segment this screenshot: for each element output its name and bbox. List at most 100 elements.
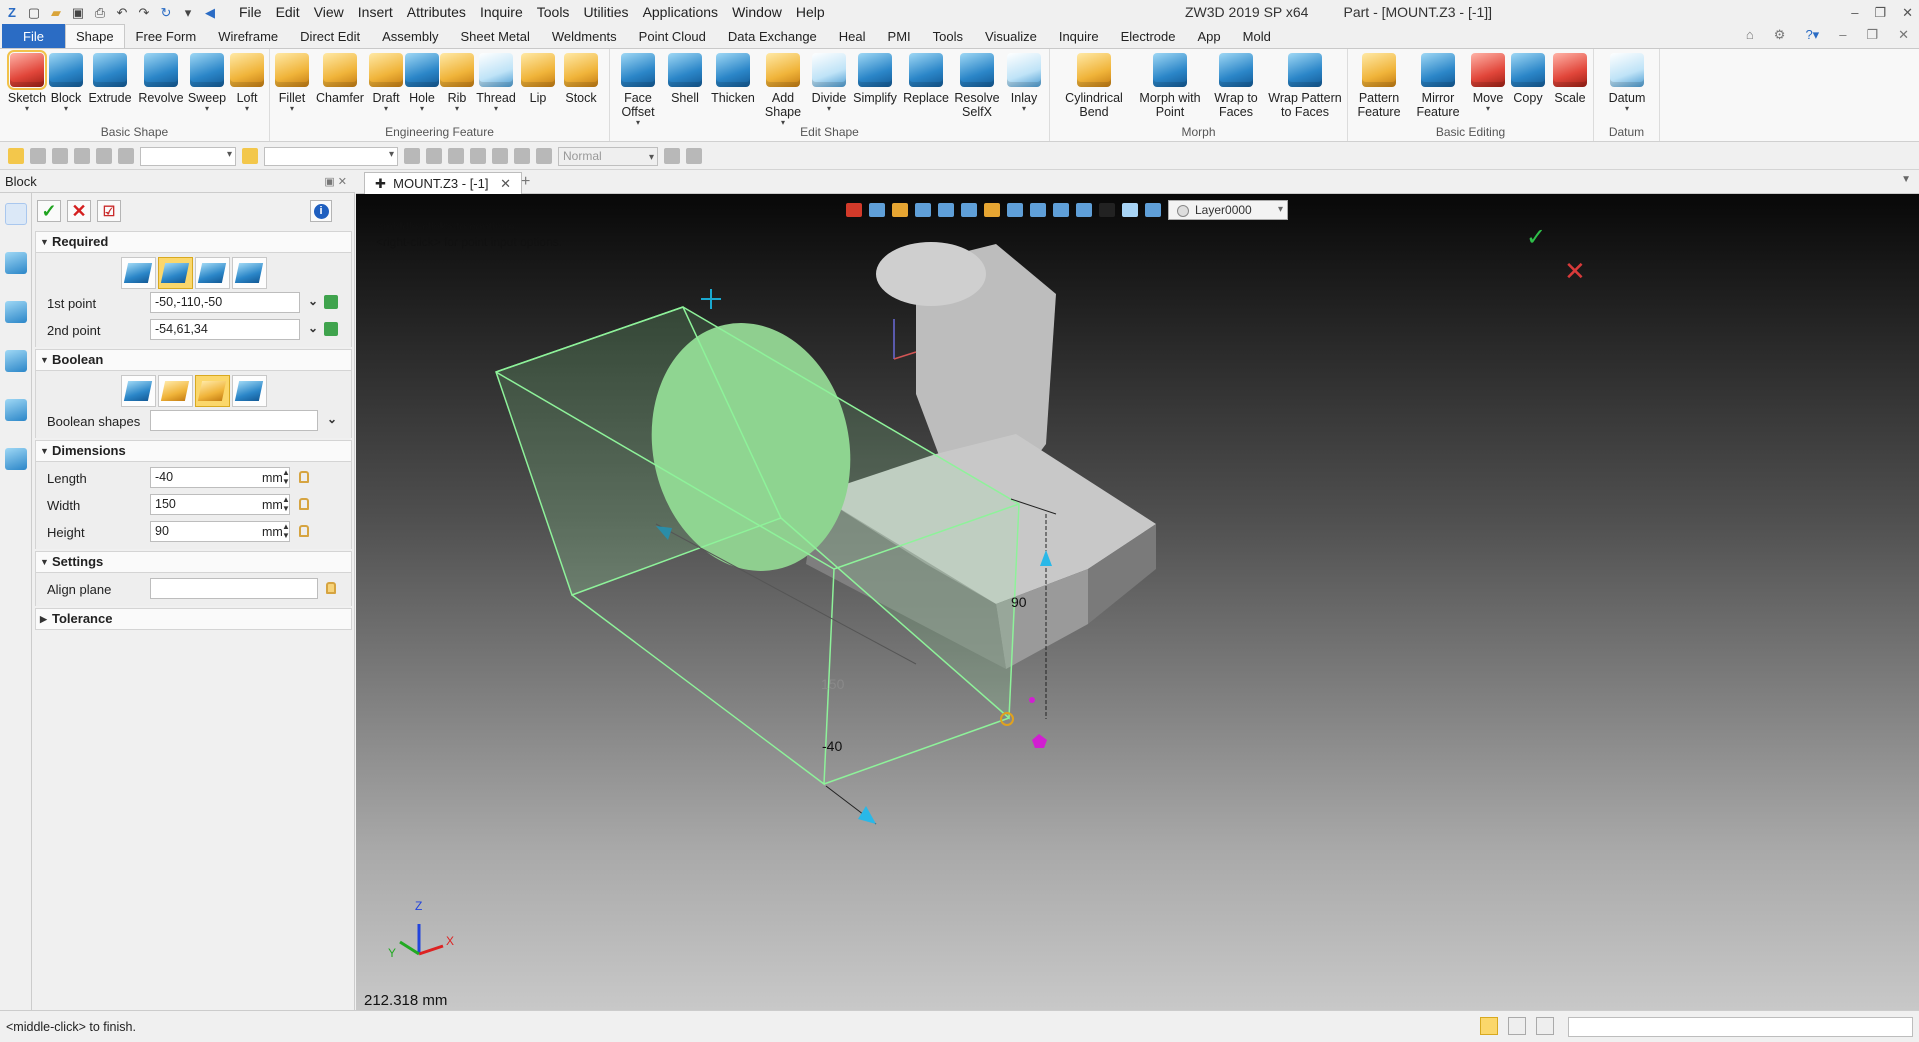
tab-free-form[interactable]: Free Form xyxy=(125,24,208,49)
morph-with-point-button[interactable]: Morph with Point xyxy=(1134,53,1206,119)
tab-tools[interactable]: Tools xyxy=(922,24,974,49)
shell-button[interactable]: Shell xyxy=(664,53,706,105)
menu-help[interactable]: Help xyxy=(789,0,832,25)
block-button[interactable]: Block ▾ xyxy=(46,53,86,113)
menu-file[interactable]: File xyxy=(232,0,269,25)
collapse-arrow-icon[interactable]: ◀ xyxy=(202,5,218,21)
info-button[interactable]: i xyxy=(310,200,332,222)
view-cube-icon[interactable] xyxy=(961,203,977,217)
menu-utilities[interactable]: Utilities xyxy=(576,0,635,25)
add-tab-icon[interactable]: + xyxy=(521,171,530,193)
divide-button[interactable]: Divide ▾ xyxy=(808,53,850,113)
wrap-pattern-to-faces-button[interactable]: Wrap Pattern to Faces xyxy=(1266,53,1344,119)
add-shape-button[interactable]: Add Shape ▾ xyxy=(760,53,806,127)
selection-combo[interactable] xyxy=(264,146,398,166)
scale-button[interactable]: Scale xyxy=(1550,53,1590,105)
collapse-ribbon-icon[interactable]: ⌂ xyxy=(1746,27,1754,43)
print-icon[interactable]: ⎙ xyxy=(92,5,108,21)
filter-icon[interactable] xyxy=(118,148,134,164)
bars-icon[interactable] xyxy=(492,148,508,164)
viewport-ok-icon[interactable]: ✓ xyxy=(1526,223,1546,251)
boolean-add-icon[interactable] xyxy=(157,375,193,407)
magenta-point-icon[interactable] xyxy=(1029,697,1035,703)
length-arrow-icon[interactable] xyxy=(858,806,876,824)
feature-panel-icon[interactable] xyxy=(4,203,27,225)
section-dimensions[interactable]: Dimensions xyxy=(35,440,352,462)
height-lock-icon[interactable] xyxy=(299,525,309,537)
height-spinner-icon[interactable]: ▲ ▼ xyxy=(282,522,290,540)
point-pick-icon[interactable] xyxy=(324,322,338,336)
pick-mode-icon[interactable] xyxy=(242,148,258,164)
first-point-input[interactable]: -50,-110,-50 xyxy=(150,292,300,313)
block-type-face-icon[interactable] xyxy=(231,257,267,289)
inlay-button[interactable]: Inlay ▾ xyxy=(1004,53,1044,113)
menu-tools[interactable]: Tools xyxy=(530,0,577,25)
menu-view[interactable]: View xyxy=(307,0,351,25)
background-color-icon[interactable] xyxy=(1099,203,1115,217)
command-input[interactable] xyxy=(1568,1017,1913,1037)
block-type-center-icon[interactable] xyxy=(120,257,156,289)
thicken-button[interactable]: Thicken xyxy=(708,53,758,105)
align-plane-input[interactable] xyxy=(150,578,318,599)
menu-inquire[interactable]: Inquire xyxy=(473,0,530,25)
grid-plus-icon[interactable] xyxy=(74,148,90,164)
apply-continue-icon[interactable]: ☑ xyxy=(97,200,121,222)
back-arrow-icon[interactable] xyxy=(846,203,862,217)
mirror-feature-button[interactable]: Mirror Feature xyxy=(1410,53,1466,119)
second-point-input[interactable]: -54,61,34 xyxy=(150,319,300,340)
view-filter-icon[interactable] xyxy=(869,203,885,217)
pick-arrow-icon[interactable] xyxy=(8,148,24,164)
menu-window[interactable]: Window xyxy=(725,0,789,25)
sweep-button[interactable]: Sweep ▾ xyxy=(186,53,228,113)
block-type-corner-icon[interactable] xyxy=(194,257,230,289)
cancel-x-icon[interactable]: ✕ xyxy=(67,200,91,222)
block-type-two-points-icon[interactable] xyxy=(157,257,193,289)
layer-manager-icon[interactable] xyxy=(1145,203,1161,217)
document-tab[interactable]: ✚ MOUNT.Z3 - [-1] ✕ xyxy=(364,172,523,194)
boolean-remove-icon[interactable] xyxy=(194,375,230,407)
pattern-feature-button[interactable]: Pattern Feature xyxy=(1350,53,1408,119)
tab-heal[interactable]: Heal xyxy=(828,24,877,49)
width-dim-label[interactable]: 150 xyxy=(821,676,844,692)
new-file-icon[interactable]: ▢ xyxy=(26,5,42,21)
fillet-button[interactable]: Fillet ▾ xyxy=(272,53,312,113)
boolean-base-icon[interactable] xyxy=(120,375,156,407)
hole-button[interactable]: Hole ▾ xyxy=(404,53,440,113)
hexagon-icon[interactable] xyxy=(96,148,112,164)
extrude-button[interactable]: Extrude xyxy=(86,53,134,105)
status-window-icon[interactable] xyxy=(1536,1017,1554,1035)
fit-view-icon[interactable] xyxy=(1030,203,1046,217)
doc-close-icon[interactable]: ✕ xyxy=(1898,27,1909,43)
tab-weldments[interactable]: Weldments xyxy=(541,24,628,49)
face-display-icon[interactable] xyxy=(915,203,931,217)
quick-access-dropdown-icon[interactable]: ▾ xyxy=(180,5,196,21)
tab-file[interactable]: File xyxy=(2,24,65,49)
pencil-icon[interactable] xyxy=(892,203,908,217)
move-button[interactable]: Move ▾ xyxy=(1468,53,1508,113)
sketch-button[interactable]: Sketch ▾ xyxy=(6,50,48,113)
expand-chevron-icon[interactable]: ⌄ xyxy=(327,412,337,426)
section-boolean[interactable]: Boolean xyxy=(35,349,352,371)
open-folder-icon[interactable]: ▰ xyxy=(48,5,64,21)
panel-pin-icons[interactable]: ▣ ✕ xyxy=(324,171,347,193)
section-settings[interactable]: Settings xyxy=(35,551,352,573)
layer-selector[interactable]: Layer0000 xyxy=(1168,200,1288,220)
zoom-icon[interactable] xyxy=(1007,203,1023,217)
loft-button[interactable]: Loft ▾ xyxy=(228,53,266,113)
menu-insert[interactable]: Insert xyxy=(351,0,400,25)
tab-mold[interactable]: Mold xyxy=(1232,24,1282,49)
chamfer-button[interactable]: Chamfer xyxy=(314,53,366,105)
face-offset-button[interactable]: Face Offset ▾ xyxy=(614,53,662,127)
tab-direct-edit[interactable]: Direct Edit xyxy=(289,24,371,49)
close-icon[interactable]: ✕ xyxy=(1902,0,1913,25)
user-icon[interactable] xyxy=(4,448,27,470)
datum-button[interactable]: Datum ▾ xyxy=(1604,53,1650,113)
settings-icon[interactable] xyxy=(536,148,552,164)
transparency-icon[interactable] xyxy=(1122,203,1138,217)
pointer-icon[interactable] xyxy=(664,148,680,164)
width-spinner-icon[interactable]: ▲ ▼ xyxy=(282,495,290,513)
save-icon[interactable]: ▣ xyxy=(70,5,86,21)
tab-wireframe[interactable]: Wireframe xyxy=(207,24,289,49)
length-lock-icon[interactable] xyxy=(299,471,309,483)
draft-button[interactable]: Draft ▾ xyxy=(368,53,404,113)
